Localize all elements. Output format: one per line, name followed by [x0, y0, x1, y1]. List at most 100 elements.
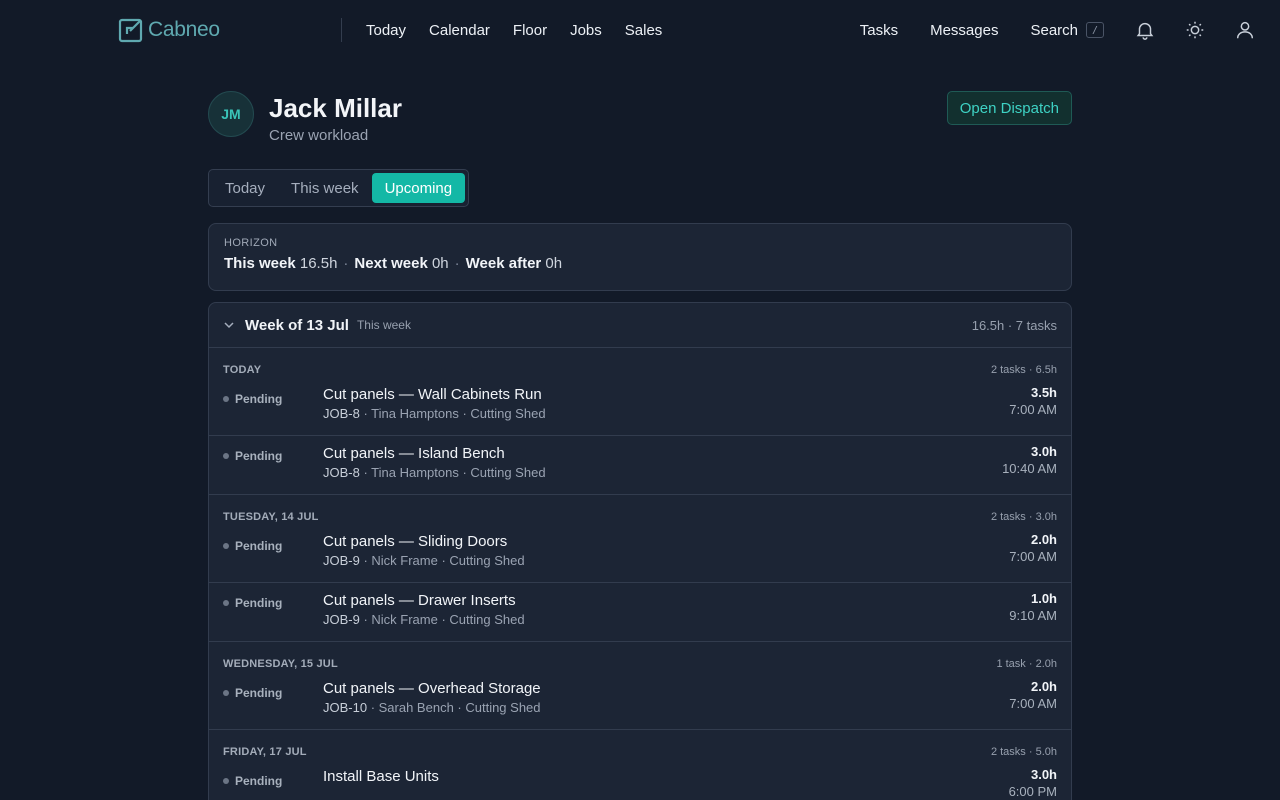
task-details: JOB-9 · Nick Frame · Cutting Shed — [323, 553, 525, 568]
status-dot-icon — [223, 396, 229, 402]
status-text: Pending — [235, 449, 283, 463]
job-id[interactable]: JOB-10 — [323, 700, 367, 715]
day-label: WEDNESDAY, 15 JUL — [223, 658, 338, 670]
task-hours: 1.0h — [1030, 591, 1057, 606]
horizon-summary: HORIZON This week 16.5h · Next week 0h · Wee… — [208, 223, 1072, 291]
task-meta: · Tina Hamptons · Cutting Shed — [359, 465, 546, 480]
status-text: Pending — [235, 686, 283, 700]
status-badge: Pending — [223, 763, 323, 799]
task-meta: · Nick Frame · Cutting Shed — [359, 612, 525, 627]
horizon-value: 16.5h — [299, 255, 338, 272]
separator: · — [454, 255, 460, 272]
task-start-time: 10:40 AM — [1002, 461, 1057, 476]
job-id[interactable]: JOB-8 — [323, 406, 360, 421]
nav-item[interactable]: Jobs — [570, 22, 602, 39]
app-logo[interactable]: Cabneo — [118, 17, 341, 43]
search-shortcut: / — [1086, 22, 1104, 38]
task-title[interactable]: Install Base Units — [323, 768, 439, 785]
status-text: Pending — [235, 774, 283, 788]
app-name: Cabneo — [148, 18, 220, 41]
bell-icon[interactable] — [1134, 19, 1156, 41]
task-row[interactable]: Pending Cut panels — Overhead Storage JOB-… — [209, 675, 1071, 730]
status-badge: Pending — [223, 583, 323, 623]
status-badge: Pending — [223, 381, 323, 417]
task-row[interactable]: Pending Cut panels — Sliding Doors JOB-9 ·… — [209, 528, 1071, 583]
task-hours: 2.0h — [1030, 532, 1057, 547]
task-title[interactable]: Cut panels — Overhead Storage — [323, 680, 541, 697]
cabneo-logo-icon — [118, 18, 143, 43]
sun-icon[interactable] — [1184, 19, 1206, 41]
task-time: 3.0h 10:40 AM — [1002, 436, 1057, 494]
status-dot-icon — [223, 778, 229, 784]
horizon-value: 0h — [545, 255, 563, 272]
nav-item[interactable]: Sales — [625, 22, 663, 39]
job-id[interactable]: JOB-8 — [323, 465, 360, 480]
tab-item[interactable]: This week — [278, 173, 372, 203]
task-hours: 3.0h — [1030, 444, 1057, 459]
day-label: FRIDAY, 17 JUL — [223, 746, 307, 758]
day-meta: 2 tasks · 5.0h — [990, 746, 1057, 758]
search-button[interactable]: Search / — [1030, 22, 1104, 39]
nav-item[interactable]: Calendar — [429, 22, 490, 39]
task-time: 1.0h 9:10 AM — [1009, 583, 1057, 641]
task-meta: · Sarah Bench · Cutting Shed — [367, 700, 541, 715]
separator: · — [343, 255, 349, 272]
week-header[interactable]: Week of 13 Jul This week 16.5h · 7 tasks — [209, 303, 1071, 348]
horizon-values: This week 16.5h · Next week 0h · Week after … — [224, 255, 1056, 272]
horizon-name: Next week — [354, 255, 428, 272]
chevron-down-icon[interactable] — [223, 319, 235, 331]
search-label: Search — [1030, 21, 1078, 39]
nav-right: Tasks Messages Search / — [860, 0, 1256, 60]
status-text: Pending — [235, 596, 283, 610]
task-start-time: 7:00 AM — [1009, 402, 1057, 417]
tab-item[interactable]: Upcoming — [371, 173, 466, 203]
nav-item[interactable]: Floor — [513, 22, 547, 39]
task-start-time: 7:00 AM — [1009, 549, 1057, 564]
task-start-time: 6:00 PM — [1008, 784, 1057, 799]
nav-item[interactable]: Today — [366, 22, 406, 39]
task-hours: 3.5h — [1030, 385, 1057, 400]
open-dispatch-button[interactable]: Open Dispatch — [946, 91, 1072, 125]
tab-item[interactable]: Today — [212, 173, 278, 203]
status-badge: Pending — [223, 675, 323, 711]
task-row[interactable]: Pending Install Base Units 3.0h 6:00 PM — [209, 763, 1071, 800]
nav-tasks[interactable]: Tasks — [860, 22, 898, 39]
main-nav: Today Calendar Floor Jobs Sales — [366, 22, 685, 39]
day-meta: 2 tasks · 6.5h — [990, 364, 1057, 376]
day-list: TODAY 2 tasks · 6.5h Pending Cut panels — W… — [209, 348, 1071, 800]
task-body: Cut panels — Island Bench JOB-8 · Tina Ha… — [323, 436, 546, 494]
task-title[interactable]: Cut panels — Island Bench — [323, 445, 546, 462]
day-header: WEDNESDAY, 15 JUL 1 task · 2.0h — [209, 642, 1071, 675]
status-dot-icon — [223, 543, 229, 549]
horizon-name: This week — [224, 255, 296, 272]
task-start-time: 7:00 AM — [1009, 696, 1057, 711]
status-dot-icon — [223, 600, 229, 606]
nav-divider — [341, 18, 342, 42]
task-body: Cut panels — Drawer Inserts JOB-9 · Nick … — [323, 583, 525, 641]
job-id[interactable]: JOB-9 — [323, 553, 360, 568]
week-title: Week of 13 Jul — [245, 316, 349, 334]
task-title[interactable]: Cut panels — Drawer Inserts — [323, 592, 525, 609]
day-meta: 1 task · 2.0h — [996, 658, 1057, 670]
avatar: JM — [208, 91, 254, 137]
task-title[interactable]: Cut panels — Sliding Doors — [323, 533, 525, 550]
task-row[interactable]: Pending Cut panels — Drawer Inserts JOB-9 … — [209, 583, 1071, 642]
horizon-label: HORIZON — [224, 237, 278, 249]
status-text: Pending — [235, 392, 283, 406]
week-card: Week of 13 Jul This week 16.5h · 7 tasks… — [208, 302, 1072, 800]
page-subtitle: Crew workload — [269, 127, 369, 144]
top-nav: Cabneo Today Calendar Floor Jobs Sales Tasks… — [0, 0, 1280, 60]
task-time: 2.0h 7:00 AM — [1009, 528, 1057, 582]
task-title[interactable]: Cut panels — Wall Cabinets Run — [323, 386, 546, 403]
status-badge: Pending — [223, 528, 323, 564]
task-details: JOB-8 · Tina Hamptons · Cutting Shed — [323, 406, 546, 421]
nav-messages[interactable]: Messages — [930, 22, 998, 39]
task-body: Install Base Units — [323, 763, 439, 800]
task-body: Cut panels — Overhead Storage JOB-10 · Sa… — [323, 675, 541, 729]
week-tag: This week — [356, 318, 411, 332]
job-id[interactable]: JOB-9 — [323, 612, 360, 627]
user-icon[interactable] — [1234, 19, 1256, 41]
task-time: 3.5h 7:00 AM — [1009, 381, 1057, 435]
task-row[interactable]: Pending Cut panels — Wall Cabinets Run JOB… — [209, 381, 1071, 436]
task-row[interactable]: Pending Cut panels — Island Bench JOB-8 · … — [209, 436, 1071, 495]
